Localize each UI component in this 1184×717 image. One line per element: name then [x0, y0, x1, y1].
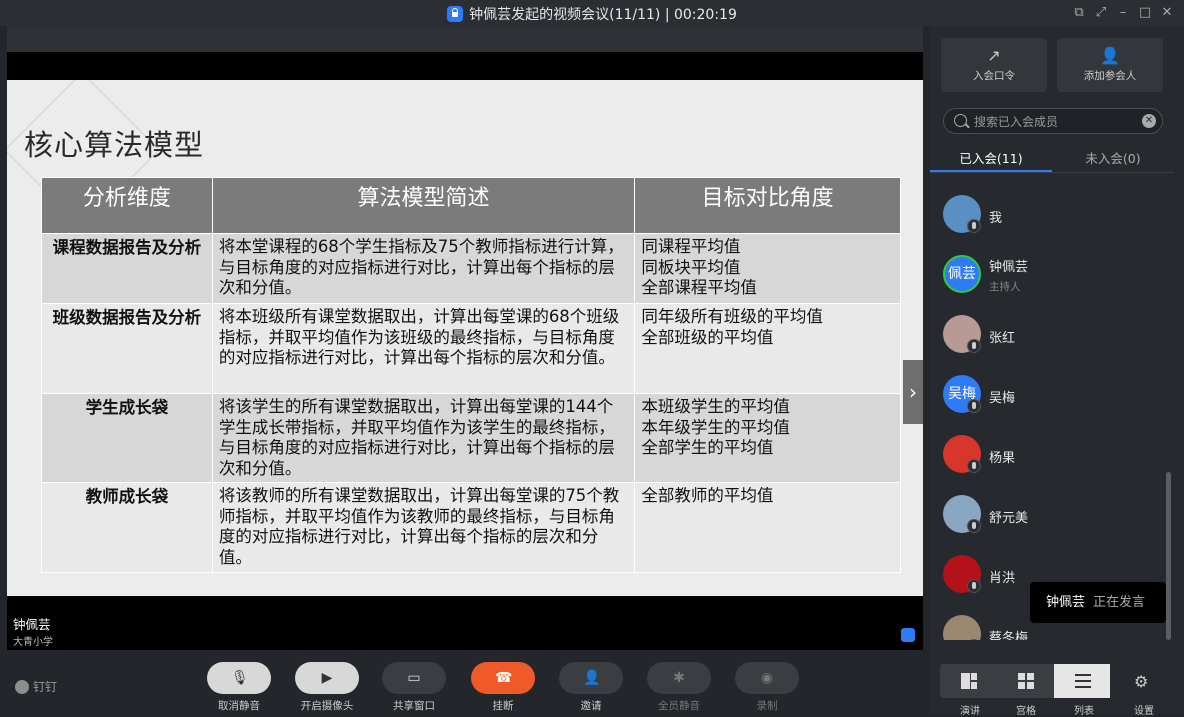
- speaker-view-icon: [961, 673, 977, 689]
- table-row: 学生成长袋 将该学生的所有课堂数据取出，计算出每堂课的144个学生成长带指标，并…: [41, 393, 901, 483]
- model-table: 分析维度 算法模型简述 目标对比角度 课程数据报告及分析 将本堂课程的68个学生…: [41, 177, 901, 573]
- table-row: 班级数据报告及分析 将本班级所有课堂数据取出，计算出每堂课的68个班级指标，并取…: [41, 303, 901, 394]
- tab-joined[interactable]: 已入会(11): [930, 148, 1052, 167]
- list-item[interactable]: 吴梅 吴梅: [930, 362, 1174, 422]
- microphone-muted-icon: [967, 339, 981, 353]
- hangup-button[interactable]: ☎ 挂断: [471, 662, 535, 714]
- view-switcher: [940, 664, 1110, 698]
- hangup-icon: ☎: [495, 670, 513, 686]
- speaker-view-button[interactable]: [940, 664, 996, 698]
- search-icon: [954, 114, 967, 127]
- speaking-indicator: 钟佩芸 正在发言: [1030, 582, 1166, 623]
- share-screen-icon: ▭: [407, 670, 421, 686]
- row-targets: 本班级学生的平均值 本年级学生的平均值 全部学生的平均值: [634, 393, 901, 483]
- grid-view-icon: [1018, 673, 1034, 689]
- row-summary: 将本班级所有课堂数据取出，计算出每堂课的68个班级指标，并取平均值作为该班级的最…: [211, 303, 636, 394]
- speaker-name: 钟佩芸: [13, 617, 51, 632]
- clear-icon[interactable]: ✕: [1142, 114, 1156, 128]
- title-bar: 钟佩芸发起的视频会议(11/11) | 00:20:19 ⧉ ⤢ – □ ✕: [0, 0, 1184, 26]
- row-summary: 将该学生的所有课堂数据取出，计算出每堂课的144个学生成长带指标，并取平均值作为…: [211, 393, 636, 483]
- record-icon: ◉: [760, 670, 774, 686]
- dingtalk-logo-icon: [15, 680, 29, 694]
- dingtalk-logo: 钉钉: [15, 678, 57, 695]
- member-search: ✕: [943, 108, 1163, 134]
- speaker-view-label: 演讲: [960, 706, 980, 717]
- avatar: 佩芸: [943, 255, 981, 293]
- slide-title: 核心算法模型: [24, 128, 205, 162]
- next-page-arrow-icon[interactable]: ›: [903, 360, 923, 424]
- join-code-button[interactable]: ↗ 入会口令: [941, 38, 1047, 92]
- chat-icon[interactable]: [901, 628, 915, 642]
- row-dimension: 学生成长袋: [41, 393, 213, 483]
- row-dimension: 班级数据报告及分析: [41, 303, 213, 394]
- slide-letterbox-top: [7, 52, 923, 80]
- picture-in-picture-icon[interactable]: ⧉: [1070, 4, 1088, 22]
- search-input[interactable]: [974, 113, 1134, 131]
- meeting-toolbar: 钉钉 🎙 取消静音 ▶ 开启摄像头 ▭ 共享窗口 ☎ 挂断 👤 邀请 ✱ 全员静…: [0, 650, 930, 714]
- list-item[interactable]: 杨果: [930, 422, 1174, 482]
- settings-label: 设置: [1134, 706, 1154, 717]
- header-dimension: 分析维度: [41, 177, 213, 234]
- microphone-muted-icon: [967, 519, 981, 533]
- fullscreen-icon[interactable]: ⤢: [1092, 4, 1110, 22]
- record-button[interactable]: ◉ 录制: [735, 662, 799, 714]
- list-view-label: 列表: [1074, 706, 1094, 717]
- member-list-scrollbar[interactable]: [1166, 472, 1171, 640]
- microphone-muted-icon: [967, 579, 981, 593]
- table-row: 课程数据报告及分析 将本堂课程的68个学生指标及75个教师指标进行计算，与目标角…: [41, 233, 901, 304]
- microphone-muted-icon: [967, 459, 981, 473]
- share-window-button[interactable]: ▭ 共享窗口: [382, 662, 446, 714]
- participants-panel: ↗ 入会口令 👤 添加参会人 ✕ 已入会(11) 未入会(0) 我 佩芸 钟佩芸…: [930, 26, 1184, 717]
- invite-button[interactable]: 👤 邀请: [559, 662, 623, 714]
- row-targets: 同课程平均值 同板块平均值 全部课程平均值: [634, 233, 901, 304]
- row-summary: 将该教师的所有课堂数据取出，计算出每堂课的75个教师指标，并取平均值作为该教师的…: [211, 482, 636, 573]
- row-targets: 全部教师的平均值: [634, 482, 901, 573]
- microphone-muted-icon: 🎙: [231, 670, 249, 686]
- camera-off-icon: ▶: [321, 670, 333, 686]
- list-item[interactable]: 我: [930, 182, 1174, 242]
- header-summary: 算法模型简述: [211, 177, 636, 234]
- divider: [930, 172, 1174, 173]
- microphone-muted-icon: [967, 399, 981, 413]
- video-stage: 核心算法模型 分析维度 算法模型简述 目标对比角度 课程数据报告及分析 将本堂课…: [7, 26, 923, 650]
- tab-not-joined[interactable]: 未入会(0): [1052, 148, 1174, 167]
- avatar: [943, 615, 981, 640]
- table-row: 教师成长袋 将该教师的所有课堂数据取出，计算出每堂课的75个教师指标，并取平均值…: [41, 482, 901, 573]
- microphone-muted-icon: [967, 219, 981, 233]
- list-item[interactable]: 佩芸 钟佩芸 主持人: [930, 242, 1174, 302]
- shared-slide: 核心算法模型 分析维度 算法模型简述 目标对比角度 课程数据报告及分析 将本堂课…: [7, 80, 923, 596]
- window-title: 钟佩芸发起的视频会议(11/11) | 00:20:19: [0, 4, 1184, 24]
- row-targets: 同年级所有班级的平均值 全部班级的平均值: [634, 303, 901, 394]
- mute-all-button[interactable]: ✱ 全员静音: [647, 662, 711, 714]
- add-user-icon: 👤: [1100, 46, 1120, 65]
- list-view-button[interactable]: [1054, 664, 1110, 698]
- unmute-button[interactable]: 🎙 取消静音: [207, 662, 271, 714]
- external-link-icon: ↗: [987, 46, 1001, 65]
- table-header-row: 分析维度 算法模型简述 目标对比角度: [41, 177, 901, 234]
- minimize-button[interactable]: –: [1114, 4, 1132, 22]
- header-target: 目标对比角度: [634, 177, 901, 234]
- invite-icon: 👤: [583, 670, 601, 686]
- slide-letterbox-bottom: [7, 596, 923, 650]
- row-dimension: 教师成长袋: [41, 482, 213, 573]
- close-button[interactable]: ✕: [1158, 4, 1176, 22]
- list-item[interactable]: 张红: [930, 302, 1174, 362]
- row-dimension: 课程数据报告及分析: [41, 233, 213, 304]
- stage-top-bar: [7, 26, 923, 52]
- lock-icon: [447, 6, 464, 22]
- gear-icon[interactable]: ⚙: [1134, 672, 1148, 691]
- list-view-icon: [1075, 674, 1091, 688]
- grid-view-button[interactable]: [997, 664, 1053, 698]
- row-summary: 将本堂课程的68个学生指标及75个教师指标进行计算，与目标角度的对应指标进行对比…: [211, 233, 636, 304]
- add-participant-button[interactable]: 👤 添加参会人: [1057, 38, 1163, 92]
- camera-on-button[interactable]: ▶ 开启摄像头: [295, 662, 359, 714]
- mute-all-icon: ✱: [673, 670, 685, 686]
- member-tabs: 已入会(11) 未入会(0): [930, 142, 1174, 172]
- list-item[interactable]: 舒元美: [930, 482, 1174, 542]
- speaker-org: 大青小学: [13, 637, 53, 648]
- grid-view-label: 宫格: [1016, 706, 1036, 717]
- maximize-button[interactable]: □: [1136, 4, 1154, 22]
- member-list: 我 佩芸 钟佩芸 主持人 张红 吴梅 吴梅 杨果 舒元美 肖洪 蔡冬梅: [930, 182, 1174, 640]
